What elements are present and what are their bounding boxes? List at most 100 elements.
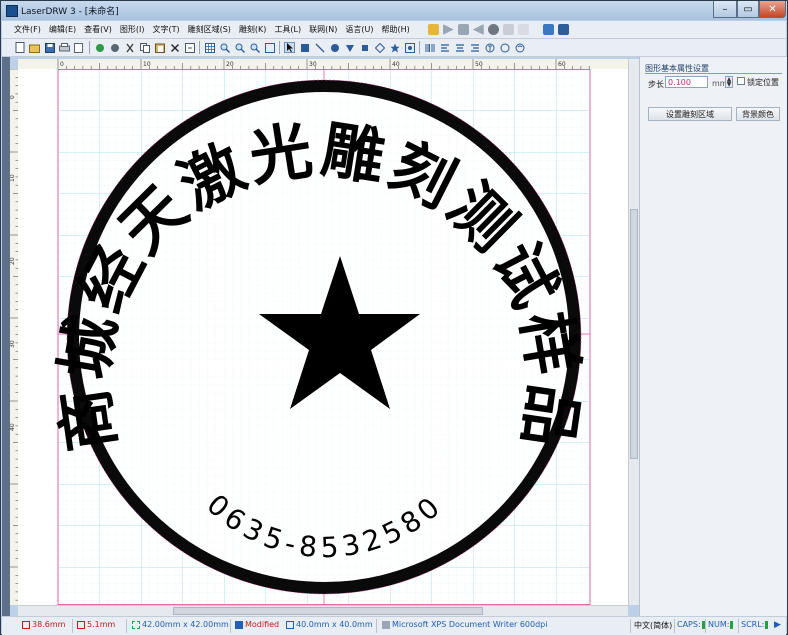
save-icon[interactable] — [44, 42, 55, 53]
triangle-tool-icon[interactable] — [344, 42, 355, 53]
status-bar: 38.6mm 5.1mm 42.00mm x 42.00mm Modified … — [2, 616, 786, 635]
cut-icon[interactable] — [124, 42, 135, 53]
arc-text-icon[interactable] — [514, 42, 525, 53]
status-page-size: 40.0mm x 40.0mm — [286, 620, 373, 629]
toolbar-separator — [199, 41, 200, 54]
align-center-icon[interactable] — [454, 42, 465, 53]
menu-file[interactable]: 文件(F) — [10, 24, 45, 35]
menu-edit[interactable]: 编辑(E) — [45, 24, 80, 35]
left-strip — [2, 57, 10, 616]
status-separator — [376, 619, 377, 633]
menu-view[interactable]: 查看(V) — [80, 24, 116, 35]
caps-label: CAPS: — [677, 620, 701, 629]
zoom-all-icon[interactable] — [249, 42, 260, 53]
app-icon — [6, 5, 18, 17]
drawing-canvas[interactable]: 商城经天激光雕刻测试样品 0635-8532580 — [18, 69, 628, 605]
menu-text[interactable]: 文字(T) — [148, 24, 183, 35]
menu-tools[interactable]: 工具(L) — [270, 24, 305, 35]
zoom-in-icon[interactable] — [219, 42, 230, 53]
menu-help[interactable]: 帮助(H) — [377, 24, 413, 35]
vertical-text-icon[interactable] — [499, 42, 510, 53]
line-tool-icon[interactable] — [314, 42, 325, 53]
copy-icon[interactable] — [139, 42, 150, 53]
title-bar[interactable]: LaserDRW 3 - [未命名] – ▭ ✕ — [1, 1, 787, 20]
image-tool-icon[interactable] — [404, 42, 415, 53]
zoom-out-icon[interactable] — [234, 42, 245, 53]
text-tool-icon[interactable] — [484, 42, 495, 53]
print-preview-icon[interactable] — [74, 42, 85, 53]
undo-icon[interactable] — [94, 42, 105, 53]
machine-properties-icon[interactable] — [557, 24, 569, 35]
app-window: LaserDRW 3 - [未命名] – ▭ ✕ 文件(F) 编辑(E) 查看(… — [0, 0, 788, 635]
star-tool-icon[interactable] — [389, 42, 400, 53]
status-num: NUM: — [708, 620, 734, 629]
preview-icon[interactable] — [502, 24, 514, 35]
window-title: LaserDRW 3 - [未命名] — [21, 7, 119, 17]
play-icon[interactable] — [442, 24, 454, 35]
laser-manager-icon[interactable] — [542, 24, 554, 35]
status-caps: CAPS: — [677, 620, 705, 629]
engrave-settings-icon[interactable] — [427, 24, 439, 35]
rewind-icon[interactable] — [472, 24, 484, 35]
stop-icon[interactable] — [487, 24, 499, 35]
open-file-icon[interactable] — [29, 42, 40, 53]
restore-button[interactable]: ▭ — [737, 1, 759, 18]
diamond-tool-icon[interactable] — [374, 42, 385, 53]
print-icon[interactable] — [59, 42, 70, 53]
redo-icon[interactable] — [109, 42, 120, 53]
menu-network[interactable]: 联网(N) — [305, 24, 341, 35]
paste-icon[interactable] — [154, 42, 165, 53]
disk-icon — [235, 620, 243, 629]
ruler-label: 10 — [10, 174, 16, 182]
properties-panel: 图形基本属性设置 步长 mm ▲▼ 锁定位置 设置雕刻区域 背景颜色 — [639, 57, 787, 616]
align-left-icon[interactable] — [439, 42, 450, 53]
minimize-button[interactable]: – — [713, 1, 737, 18]
step-spinner[interactable]: ▲ ▼ — [725, 76, 733, 88]
ruler-label: 40 — [392, 61, 400, 68]
page-size-value: 40.0mm x 40.0mm — [296, 620, 373, 629]
circle-tool-icon[interactable] — [329, 42, 340, 53]
import-icon[interactable] — [184, 42, 195, 53]
menu-shape[interactable]: 图形(I) — [116, 24, 149, 35]
ruler-label: 30 — [309, 61, 317, 68]
status-separator — [738, 619, 739, 633]
lock-position-checkbox[interactable] — [737, 77, 745, 85]
align-right-icon[interactable] — [469, 42, 480, 53]
menu-language[interactable]: 语言(U) — [341, 24, 377, 35]
grid-icon[interactable] — [204, 42, 215, 53]
output-icon[interactable] — [517, 24, 529, 35]
barcode-tool-icon[interactable] — [424, 42, 435, 53]
ruler-label: 10 — [143, 61, 151, 68]
delete-icon[interactable] — [169, 42, 180, 53]
status-x-position: 38.6mm — [22, 620, 65, 629]
step-input[interactable] — [665, 76, 708, 88]
status-separator — [72, 619, 73, 633]
horizontal-scroll-thumb[interactable] — [173, 607, 483, 615]
scrl-indicator — [765, 620, 769, 629]
vertical-scroll-thumb[interactable] — [630, 209, 638, 459]
pause-icon[interactable] — [457, 24, 469, 35]
status-scrl: SCRL: — [741, 620, 769, 629]
vertical-scrollbar[interactable] — [628, 59, 639, 605]
status-arrow-icon[interactable]: ▶ — [774, 620, 781, 630]
ruler-label: 30 — [10, 340, 16, 348]
ruler-label: 0 — [10, 95, 16, 99]
new-file-icon[interactable] — [14, 42, 25, 53]
y-position-value: 5.1mm — [87, 620, 116, 629]
zoom-page-icon[interactable] — [264, 42, 275, 53]
toolbar-separator — [279, 41, 280, 54]
background-color-button[interactable]: 背景颜色 — [736, 107, 780, 121]
close-button[interactable]: ✕ — [759, 1, 786, 18]
horizontal-scrollbar[interactable] — [18, 605, 628, 616]
square-tool-icon[interactable] — [359, 42, 370, 53]
menu-engrave[interactable]: 雕刻(K) — [235, 24, 271, 35]
menu-bar: 文件(F) 编辑(E) 查看(V) 图形(I) 文字(T) 雕刻区域(S) 雕刻… — [2, 21, 786, 39]
y-position-icon — [77, 620, 85, 629]
toolbar — [2, 39, 786, 57]
select-tool-icon[interactable] — [284, 42, 295, 53]
page-size-icon — [286, 620, 294, 629]
object-size-icon — [132, 620, 140, 629]
rectangle-tool-icon[interactable] — [299, 42, 310, 53]
set-engrave-region-button[interactable]: 设置雕刻区域 — [648, 107, 732, 121]
menu-engrave-area[interactable]: 雕刻区域(S) — [184, 24, 235, 35]
